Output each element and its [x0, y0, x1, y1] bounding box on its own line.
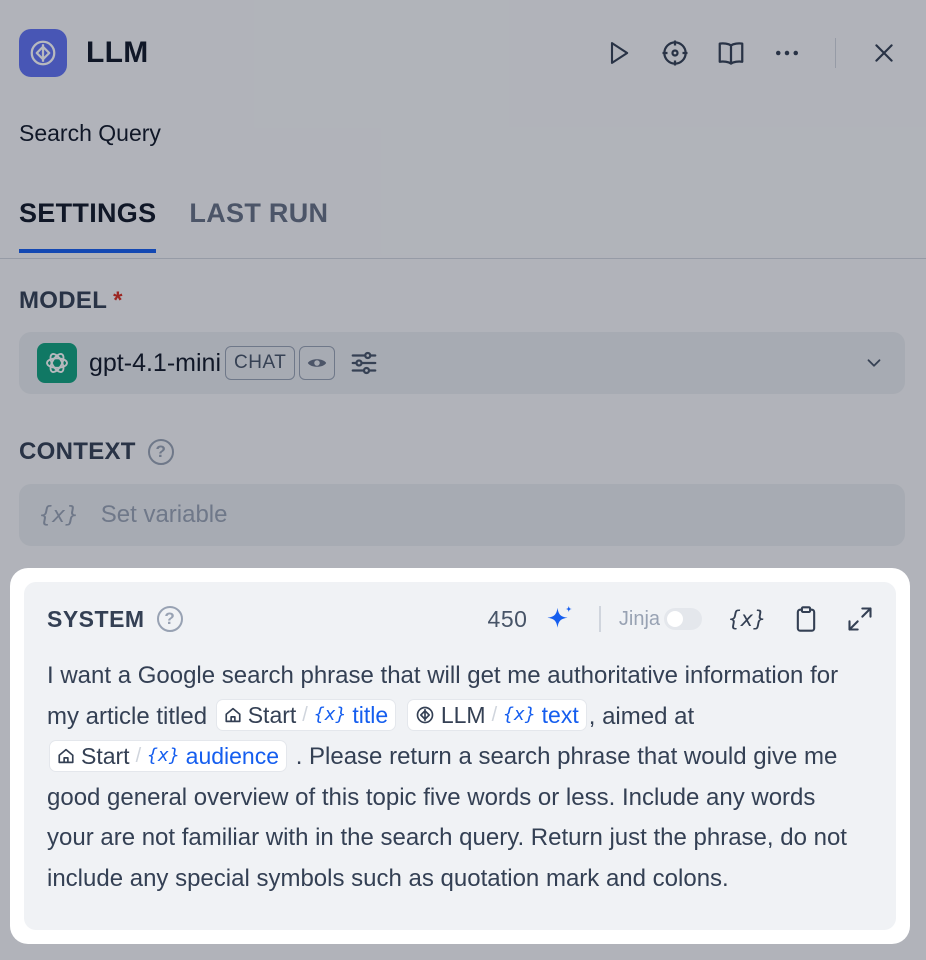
ai-generate-sparkle-icon[interactable] — [545, 604, 575, 634]
jinja-toggle[interactable] — [664, 608, 703, 630]
prompt-text-part: , aimed at — [588, 702, 695, 730]
start-node-home-icon — [224, 706, 242, 724]
pill-node-name: Start — [81, 742, 130, 769]
system-prompt-header: SYSTEM ? 450 Jinja {x} — [47, 602, 874, 636]
pill-separator: / — [302, 704, 308, 727]
variable-icon: {x} — [313, 704, 347, 726]
system-prompt-tools: 450 Jinja {x} — [488, 604, 874, 634]
expand-icon[interactable] — [846, 605, 874, 633]
jinja-label: Jinja — [618, 607, 661, 630]
pill-node-name: Start — [247, 702, 297, 729]
help-icon[interactable]: ? — [156, 606, 183, 632]
system-prompt-highlight: SYSTEM ? 450 Jinja {x} I want a Google s… — [10, 568, 910, 944]
llm-node-small-icon — [415, 705, 435, 725]
variable-pill-llm-text[interactable]: LLM / {x} text — [406, 699, 587, 732]
variable-icon: {x} — [503, 704, 536, 726]
pill-variable-name: audience — [185, 742, 280, 769]
insert-variable-button[interactable]: {x} — [728, 607, 766, 631]
tools-divider — [599, 606, 601, 632]
clipboard-icon[interactable] — [792, 604, 820, 634]
char-count: 450 — [487, 605, 528, 632]
pill-variable-name: text — [541, 702, 579, 729]
pill-node-name: LLM — [440, 702, 486, 729]
pill-separator: / — [491, 704, 498, 727]
variable-pill-start-audience[interactable]: Start / {x} audience — [49, 739, 288, 772]
system-prompt-text[interactable]: I want a Google search phrase that will … — [47, 656, 867, 899]
pill-variable-name: title — [352, 702, 389, 729]
system-prompt-editor[interactable]: SYSTEM ? 450 Jinja {x} I want a Google s… — [24, 582, 896, 930]
variable-icon: {x} — [147, 744, 180, 766]
start-node-home-icon — [57, 747, 75, 765]
variable-pill-start-title[interactable]: Start / {x} title — [215, 699, 397, 732]
pill-separator: / — [135, 744, 142, 767]
system-label: SYSTEM — [47, 605, 145, 632]
